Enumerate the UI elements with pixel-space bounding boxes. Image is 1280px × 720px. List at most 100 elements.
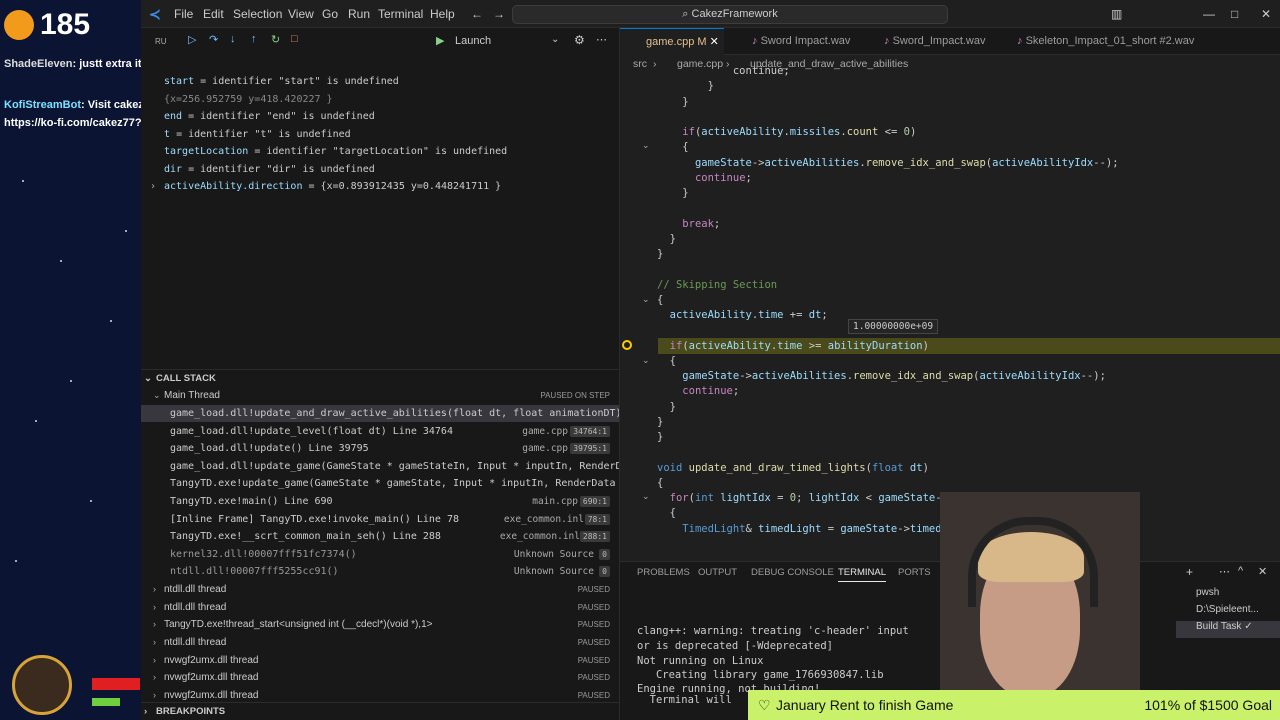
- terminal-line: Terminal will: [637, 694, 732, 706]
- variable-row[interactable]: end = identifier "end" is undefined: [164, 111, 375, 122]
- vscode-icon: ≺: [149, 6, 161, 22]
- step-into-icon[interactable]: ↓: [230, 33, 236, 45]
- breakpoint-arrow-icon[interactable]: [622, 340, 632, 350]
- stack-frame[interactable]: TangyTD.exe!main() Line 690 main.cpp 690:1: [141, 493, 619, 510]
- add-terminal-icon[interactable]: +: [1186, 565, 1193, 579]
- close-icon[interactable]: ✕: [710, 36, 719, 48]
- variable-row[interactable]: dir = identifier "dir" is undefined: [164, 164, 375, 175]
- gear-icon[interactable]: ⚙: [574, 33, 585, 47]
- tab-output[interactable]: OUTPUT: [698, 567, 737, 578]
- menu-help[interactable]: Help: [430, 7, 455, 21]
- thread-row[interactable]: › ntdll.dll thread PAUSED: [141, 634, 619, 651]
- audio-file-icon: ♪: [752, 35, 761, 47]
- search-icon: ⌕: [682, 8, 692, 20]
- thread-row[interactable]: › ntdll.dll thread PAUSED: [141, 599, 619, 616]
- tab-debug-console[interactable]: DEBUG CONSOLE: [751, 567, 834, 578]
- launch-play-icon[interactable]: ▶: [436, 34, 444, 47]
- thread-row[interactable]: › TangyTD.exe!thread_start<unsigned int (…: [141, 616, 619, 633]
- tab-sword-impact-2[interactable]: ♪ Sword_Impact.wav: [868, 28, 986, 55]
- terminal-spieleent[interactable]: D:\Spieleent...: [1176, 604, 1280, 621]
- stack-frame[interactable]: [Inline Frame] TangyTD.exe!invoke_main()…: [141, 511, 619, 528]
- breakpoints-header[interactable]: › BREAKPOINTS: [141, 702, 619, 720]
- mana-bar: [92, 698, 120, 706]
- webcam: [940, 492, 1140, 720]
- variable-row[interactable]: targetLocation = identifier "targetLocat…: [164, 146, 507, 157]
- chat-msg: justt extra item: [79, 58, 141, 70]
- stack-frame[interactable]: TangyTD.exe!update_game(GameState * game…: [141, 475, 619, 492]
- stop-icon[interactable]: □: [291, 33, 298, 45]
- variable-row[interactable]: start = identifier "start" is undefined: [164, 76, 399, 87]
- restart-icon[interactable]: ↻: [271, 33, 280, 46]
- audio-file-icon: ♪: [884, 35, 893, 47]
- menu-edit[interactable]: Edit: [203, 7, 224, 21]
- chevron-down-icon: ⌄: [153, 390, 161, 400]
- debug-sidebar: RU ▷ ↷ ↓ ↑ ↻ □ ▶ Launch ⌄ ⚙ ⋯ start = id…: [141, 28, 620, 720]
- layout-icon[interactable]: ▥: [1111, 7, 1122, 21]
- maximize-icon[interactable]: □: [1231, 7, 1238, 21]
- fold-chevron-icon[interactable]: ⌄: [642, 355, 650, 366]
- menu-run[interactable]: Run: [348, 7, 370, 21]
- chat-user: KofiStreamBot: [4, 99, 82, 111]
- close-icon[interactable]: ✕: [1261, 7, 1271, 21]
- variable-row[interactable]: {x=256.952759 y=418.420227 }: [164, 94, 333, 105]
- terminal-pwsh[interactable]: pwsh: [1176, 587, 1280, 604]
- chevron-right-icon: ›: [153, 619, 156, 629]
- command-center[interactable]: ⌕ CakezFramework: [512, 5, 948, 24]
- heart-icon: ♡: [758, 697, 771, 713]
- stack-frame[interactable]: game_load.dll!update_level(float dt) Lin…: [141, 423, 619, 440]
- chat-line-2: KofiStreamBot: Visit cakez77's Ko-fi pag…: [4, 96, 141, 132]
- chevron-down-icon: ⌄: [144, 373, 152, 384]
- step-out-icon[interactable]: ↑: [251, 33, 257, 45]
- breadcrumb-src[interactable]: src: [633, 55, 647, 73]
- chevron-right-icon: ›: [153, 672, 156, 682]
- menu-go[interactable]: Go: [322, 7, 338, 21]
- stack-frame[interactable]: game_load.dll!update_game(GameState * ga…: [141, 458, 619, 475]
- tab-ports[interactable]: PORTS: [898, 567, 931, 578]
- menu-view[interactable]: View: [288, 7, 314, 21]
- tab-sword-impact[interactable]: ♪ Sword Impact.wav: [736, 28, 850, 55]
- chevron-right-icon: ›: [153, 637, 156, 647]
- more-icon[interactable]: ⋯: [1219, 565, 1230, 578]
- fold-chevron-icon[interactable]: ⌄: [642, 294, 650, 305]
- stack-frame[interactable]: game_load.dll!update() Line 39795 game.cp…: [141, 440, 619, 457]
- callstack-header[interactable]: ⌄ CALL STACK: [141, 369, 619, 387]
- fold-chevron-icon[interactable]: ⌄: [642, 140, 650, 151]
- run-label: RU: [155, 37, 167, 46]
- breadcrumb-sep: ›: [653, 58, 657, 70]
- main-thread[interactable]: ⌄ Main Thread PAUSED ON STEP: [141, 387, 619, 404]
- continue-icon[interactable]: ▷: [188, 33, 196, 46]
- counter: 185: [40, 8, 91, 41]
- stack-frame[interactable]: kernel32.dll!00007fff51fc7374() Unknown S…: [141, 546, 619, 563]
- stack-frame[interactable]: ntdll.dll!00007fff5255cc91() Unknown Sour…: [141, 563, 619, 580]
- chevron-down-icon[interactable]: ⌄: [551, 34, 559, 45]
- minimize-icon[interactable]: —: [1203, 7, 1215, 21]
- tab-skeleton-impact[interactable]: ♪ Skeleton_Impact_01_short #2.wav: [1001, 28, 1194, 55]
- maximize-panel-icon[interactable]: ^: [1238, 565, 1243, 577]
- more-icon[interactable]: ⋯: [596, 33, 607, 46]
- thread-row[interactable]: › ntdll.dll thread PAUSED: [141, 581, 619, 598]
- variable-row[interactable]: t = identifier "t" is undefined: [164, 129, 351, 140]
- menu-selection[interactable]: Selection: [233, 7, 282, 21]
- stack-frame[interactable]: game_load.dll!update_and_draw_active_abi…: [141, 405, 619, 422]
- chevron-right-icon[interactable]: ›: [150, 181, 156, 192]
- fold-chevron-icon[interactable]: ⌄: [642, 491, 650, 502]
- tab-problems[interactable]: PROBLEMS: [637, 567, 690, 578]
- stream-overlay: 185 ShadeEleven: justt extra item KofiSt…: [0, 0, 141, 720]
- launch-config[interactable]: Launch: [455, 35, 491, 47]
- forward-arrow-icon[interactable]: →: [493, 7, 505, 21]
- variable-row[interactable]: › activeAbility.direction = {x=0.89391243…: [150, 181, 501, 192]
- menu-terminal[interactable]: Terminal: [378, 7, 423, 21]
- goal-text: January Rent to finish Game: [776, 697, 954, 713]
- tab-game-cpp[interactable]: game.cpp M ✕: [620, 28, 724, 55]
- back-arrow-icon[interactable]: ←: [471, 7, 483, 21]
- thread-row[interactable]: › nvwgf2umx.dll thread PAUSED: [141, 669, 619, 686]
- stack-frame[interactable]: TangyTD.exe!__scrt_common_main_seh() Lin…: [141, 528, 619, 545]
- menu-file[interactable]: File: [174, 7, 193, 21]
- thread-row[interactable]: › nvwgf2umx.dll thread PAUSED: [141, 652, 619, 669]
- terminal-build-task[interactable]: Build Task ✓: [1176, 621, 1280, 638]
- step-over-icon[interactable]: ↷: [209, 33, 218, 46]
- tab-terminal[interactable]: TERMINAL: [838, 567, 887, 582]
- hover-value-tooltip: 1.00000000e+09: [848, 319, 939, 334]
- code-view[interactable]: continue; } } if(activeAbility.missiles.…: [657, 64, 1138, 537]
- close-panel-icon[interactable]: ✕: [1258, 565, 1267, 578]
